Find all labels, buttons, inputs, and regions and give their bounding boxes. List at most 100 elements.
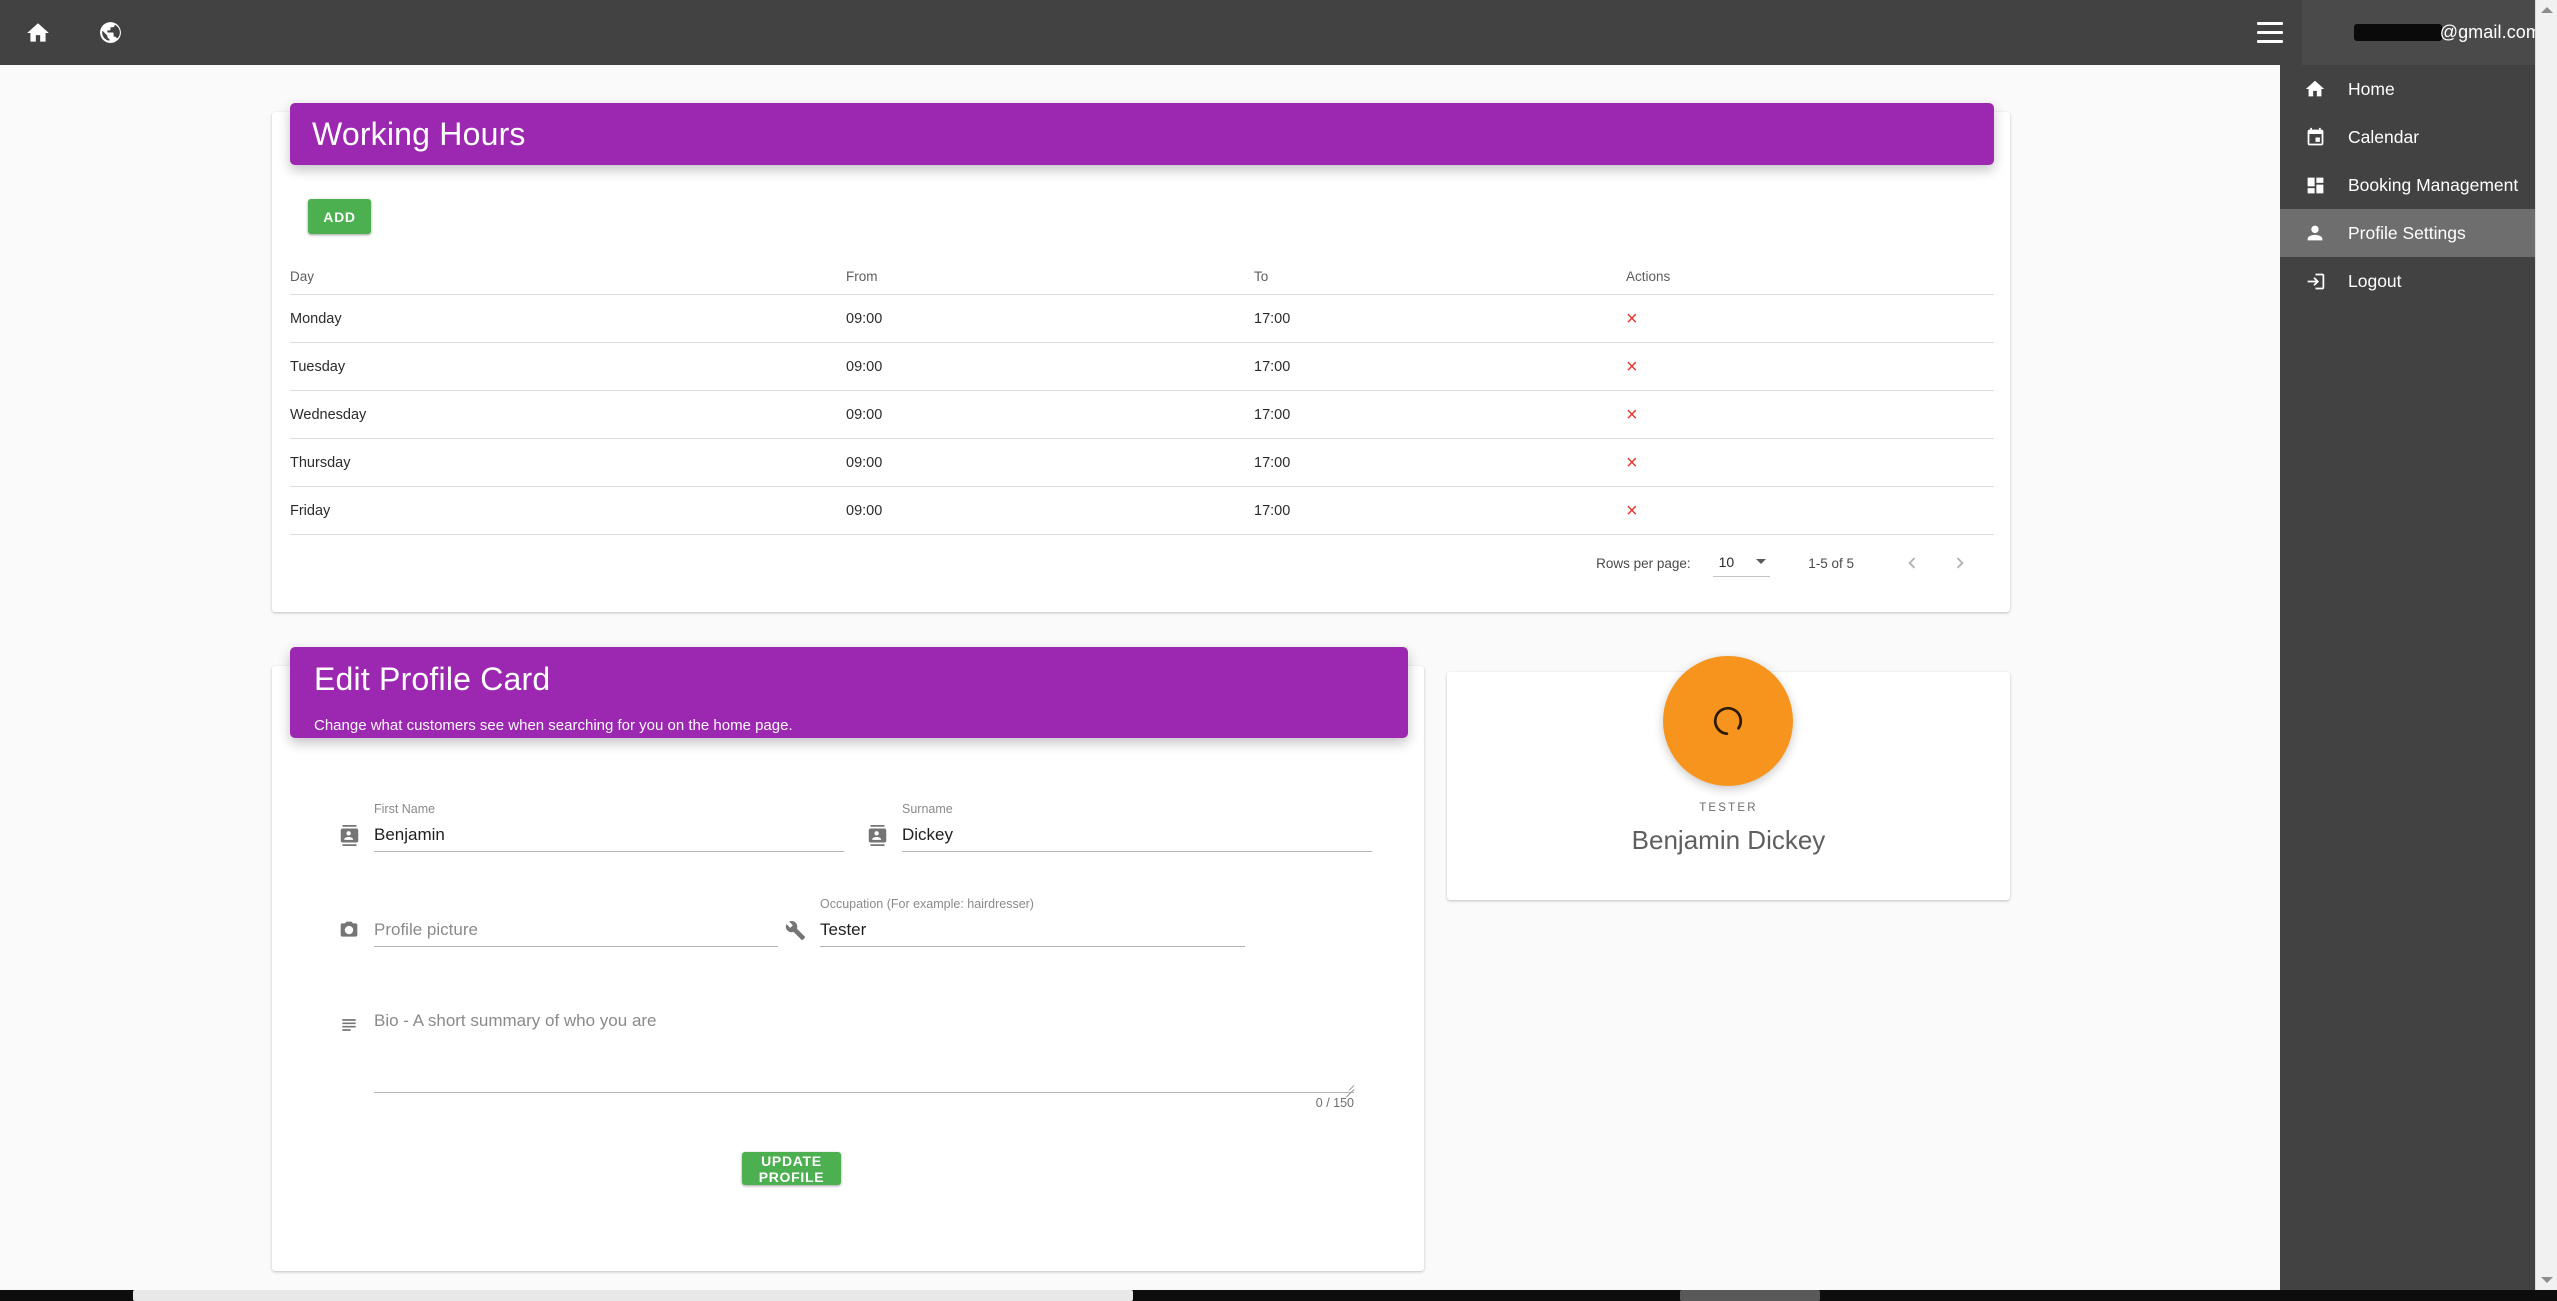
cell-to: 17:00 — [1254, 502, 1291, 519]
subject-notes-icon — [334, 1010, 364, 1040]
occupation-field[interactable]: Occupation (For example: hairdresser) Te… — [780, 897, 1245, 947]
textarea-resize-handle[interactable] — [1343, 1079, 1355, 1098]
cell-from: 09:00 — [846, 502, 883, 519]
cell-day: Friday — [290, 502, 331, 519]
scroll-down-button[interactable] — [2536, 1270, 2557, 1290]
menu-item-home[interactable]: Home — [2280, 65, 2535, 113]
menu-item-logout[interactable]: Logout — [2280, 257, 2535, 305]
first-name-value: Benjamin — [374, 825, 445, 844]
edit-profile-header: Edit Profile Card Change what customers … — [290, 647, 1408, 738]
bio-textarea[interactable]: Bio - A short summary of who you are — [374, 1010, 1355, 1098]
occupation-label: Occupation (For example: hairdresser) — [820, 897, 1034, 911]
table-row: Tuesday 09:00 17:00 × — [290, 343, 1994, 391]
profile-preview-name: Benjamin Dickey — [1631, 825, 1826, 855]
public-globe-icon[interactable] — [92, 15, 128, 51]
cell-day: Tuesday — [290, 358, 346, 375]
person-icon — [2302, 220, 2328, 246]
column-header-to: To — [1254, 268, 1269, 284]
menu-item-label: Logout — [2348, 270, 2402, 291]
home-icon[interactable] — [20, 15, 56, 51]
rows-per-page-value: 10 — [1718, 553, 1735, 570]
camera-icon — [334, 915, 364, 945]
cell-to: 17:00 — [1254, 358, 1291, 375]
bio-field[interactable]: Bio - A short summary of who you are 0 /… — [334, 1010, 1355, 1110]
edit-profile-card — [272, 666, 1424, 1271]
rows-per-page-select[interactable]: 10 — [1712, 550, 1771, 577]
delete-row-icon[interactable]: × — [1626, 404, 1638, 426]
delete-row-icon[interactable]: × — [1626, 452, 1638, 474]
menu-item-label: Calendar — [2348, 126, 2420, 147]
update-profile-button[interactable]: UPDATE PROFILE — [742, 1152, 841, 1185]
cell-day: Monday — [290, 310, 342, 327]
table-header-row: Day From To Actions — [290, 258, 1994, 295]
build-wrench-icon — [780, 915, 810, 945]
pagination-range-label: 1-5 of 5 — [1808, 555, 1854, 571]
rows-per-page-label: Rows per page: — [1596, 555, 1691, 571]
menu-item-calendar[interactable]: Calendar — [2280, 113, 2535, 161]
cell-from: 09:00 — [846, 406, 883, 423]
first-name-label: First Name — [374, 802, 436, 816]
table-row: Wednesday 09:00 17:00 × — [290, 391, 1994, 439]
menu-item-profile-settings[interactable]: Profile Settings — [2280, 209, 2535, 257]
surname-label: Surname — [902, 802, 953, 816]
cell-from: 09:00 — [846, 310, 883, 327]
redacted-username — [2353, 24, 2442, 41]
occupation-value: Tester — [820, 920, 867, 939]
delete-row-icon[interactable]: × — [1626, 308, 1638, 330]
table-row: Thursday 09:00 17:00 × — [290, 439, 1994, 487]
column-header-day: Day — [290, 268, 315, 284]
working-hours-header: Working Hours — [290, 103, 1994, 165]
table-paginator: Rows per page: 10 1-5 of 5 — [290, 537, 1994, 589]
bio-placeholder: Bio - A short summary of who you are — [374, 1011, 657, 1030]
menu-item-label: Home — [2348, 78, 2395, 99]
delete-row-icon[interactable]: × — [1626, 500, 1638, 522]
previous-page-button[interactable] — [1888, 539, 1936, 587]
menu-item-label: Profile Settings — [2348, 222, 2466, 243]
avatar — [1663, 656, 1793, 786]
first-name-field[interactable]: First Name Benjamin — [334, 802, 844, 852]
horizontal-scrollbar[interactable] — [0, 1290, 2557, 1301]
account-email-suffix: @gmail.com — [2439, 22, 2541, 42]
cell-day: Wednesday — [290, 406, 367, 423]
profile-picture-field[interactable]: Profile picture — [334, 915, 778, 947]
menu-item-label: Booking Management — [2348, 174, 2519, 195]
delete-row-icon[interactable]: × — [1626, 356, 1638, 378]
edit-profile-subtitle: Change what customers see when searching… — [314, 717, 793, 734]
profile-picture-placeholder: Profile picture — [374, 920, 478, 939]
home-icon — [2302, 76, 2328, 102]
bio-character-counter: 0 / 150 — [1315, 1096, 1354, 1110]
cell-from: 09:00 — [846, 454, 883, 471]
logout-icon — [2302, 268, 2328, 294]
app-root: @gmail.com Home Calendar Booking Managem… — [0, 0, 2557, 1301]
account-dropdown-menu: Home Calendar Booking Management Profile… — [2280, 65, 2535, 1301]
contact-person-icon — [334, 820, 364, 850]
surname-field[interactable]: Surname Dickey — [862, 802, 1372, 852]
hamburger-menu-icon[interactable] — [2244, 7, 2296, 59]
table-row: Friday 09:00 17:00 × — [290, 487, 1994, 535]
vertical-scrollbar[interactable] — [2535, 0, 2557, 1290]
menu-item-booking-management[interactable]: Booking Management — [2280, 161, 2535, 209]
chevron-down-icon — [1756, 559, 1767, 564]
edit-profile-title: Edit Profile Card — [314, 661, 551, 697]
cell-to: 17:00 — [1254, 406, 1291, 423]
top-app-bar: @gmail.com — [0, 0, 2557, 65]
loading-spinner-icon — [1713, 706, 1743, 736]
top-bar-left-icons — [0, 15, 128, 51]
calendar-icon — [2302, 124, 2328, 150]
dashboard-icon — [2302, 172, 2328, 198]
surname-value: Dickey — [902, 825, 954, 844]
add-button[interactable]: ADD — [308, 199, 371, 234]
horizontal-scrollbar-thumb[interactable] — [133, 1290, 1133, 1301]
cell-from: 09:00 — [846, 358, 883, 375]
cell-to: 17:00 — [1254, 310, 1291, 327]
contact-person-icon — [862, 820, 892, 850]
surname-input-wrap: Surname Dickey — [902, 802, 1372, 852]
horizontal-scrollbar-thumb-secondary[interactable] — [1680, 1290, 1820, 1301]
column-header-from: From — [846, 268, 878, 284]
scroll-up-button[interactable] — [2536, 0, 2557, 20]
account-menu-button[interactable]: @gmail.com — [2302, 0, 2557, 65]
page-title: Working Hours — [312, 116, 526, 152]
next-page-button[interactable] — [1936, 539, 1984, 587]
working-hours-table: Day From To Actions Monday 09:00 17:00 ×… — [290, 258, 1994, 535]
column-header-actions: Actions — [1626, 268, 1671, 284]
